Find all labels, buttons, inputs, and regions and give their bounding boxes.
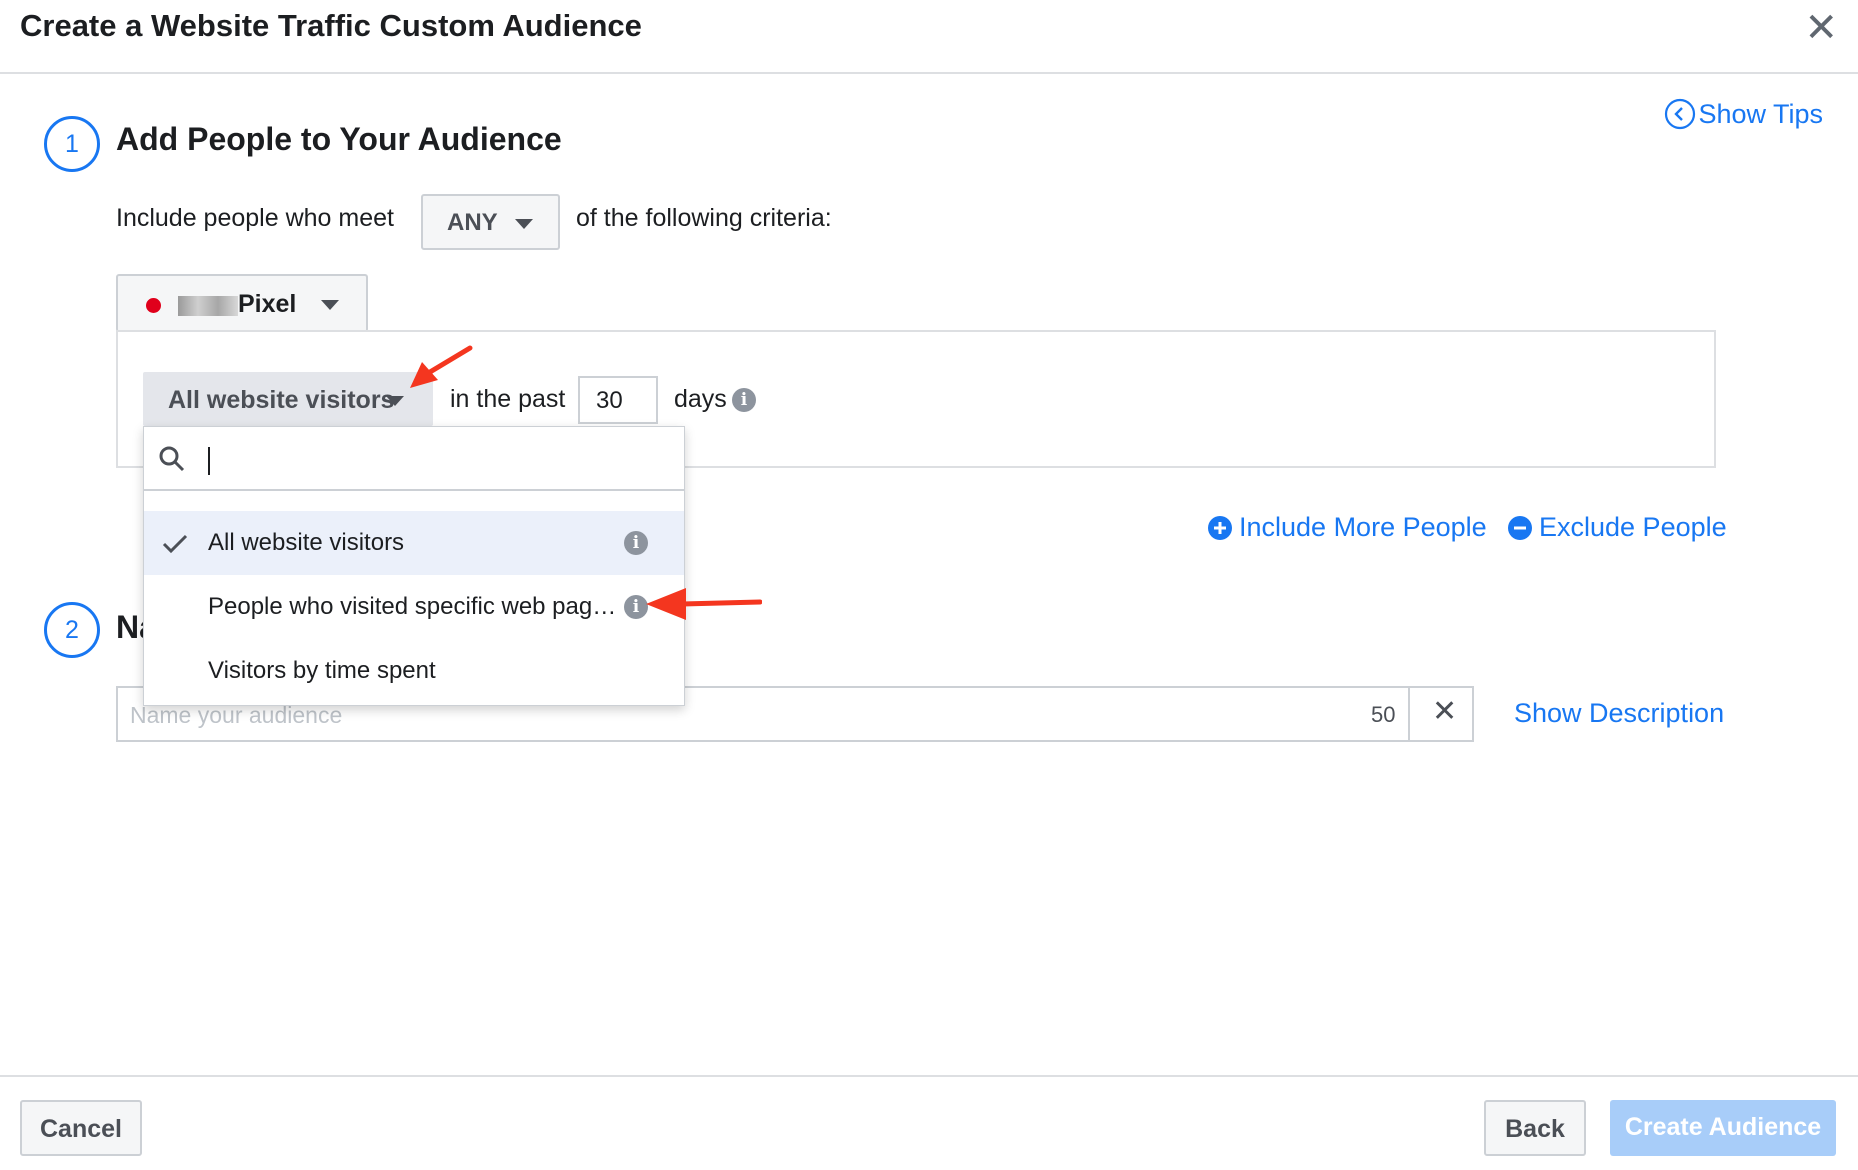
pixel-status-dot xyxy=(146,298,161,313)
field-divider xyxy=(1408,688,1410,740)
include-more-people-button[interactable]: Include More People xyxy=(1207,512,1487,543)
chevron-down-icon xyxy=(515,219,533,229)
include-more-people-label: Include More People xyxy=(1239,512,1487,542)
days-input[interactable]: 30 xyxy=(578,376,658,424)
menu-item-visitors-by-time-spent[interactable]: Visitors by time spent xyxy=(144,639,684,703)
step-1-title: Add People to Your Audience xyxy=(116,121,562,157)
clear-icon[interactable]: ✕ xyxy=(1432,694,1457,729)
annotation-arrow-icon xyxy=(410,345,473,388)
menu-item-label: Visitors by time spent xyxy=(208,657,436,684)
audience-name-placeholder: Name your audience xyxy=(130,702,343,728)
pixel-select[interactable]: Pixel xyxy=(116,274,368,332)
menu-item-label: All website visitors xyxy=(208,529,405,556)
show-tips-label: Show Tips xyxy=(1698,98,1823,129)
menu-item-specific-web-pages[interactable]: People who visited specific web pag… i xyxy=(144,575,684,639)
match-any-select[interactable]: ANY xyxy=(421,194,560,250)
char-count: 50 xyxy=(1371,702,1396,727)
minus-circle-icon xyxy=(1508,515,1532,540)
search-icon xyxy=(159,446,185,472)
match-select-value: ANY xyxy=(447,209,498,236)
pixel-label: Pixel xyxy=(238,290,297,318)
info-icon[interactable]: i xyxy=(732,388,756,412)
chevron-down-icon xyxy=(321,300,339,310)
dialog-title: Create a Website Traffic Custom Audience xyxy=(20,8,642,43)
cancel-button[interactable]: Cancel xyxy=(20,1100,142,1156)
menu-item-all-website-visitors[interactable]: All website visitors i xyxy=(144,511,684,575)
show-tips-link[interactable]: Show Tips xyxy=(1664,98,1823,130)
checkmark-icon xyxy=(162,534,188,554)
exclude-people-label: Exclude People xyxy=(1539,512,1727,542)
include-prefix-text: Include people who meet xyxy=(116,204,394,232)
create-audience-button[interactable]: Create Audience xyxy=(1610,1100,1836,1156)
header-divider xyxy=(0,72,1858,74)
info-icon[interactable]: i xyxy=(624,531,648,555)
menu-item-label: People who visited specific web pag… xyxy=(208,593,617,620)
step-1-indicator: 1 xyxy=(44,116,100,172)
annotation-arrow-icon xyxy=(646,588,762,620)
step-2-indicator: 2 xyxy=(44,602,100,658)
close-icon[interactable]: ✕ xyxy=(1804,6,1838,50)
chevron-left-circle-icon xyxy=(1665,98,1696,130)
show-description-link[interactable]: Show Description xyxy=(1514,698,1724,729)
visitor-type-select[interactable]: All website visitors xyxy=(143,372,433,426)
back-button[interactable]: Back xyxy=(1484,1100,1586,1156)
exclude-people-button[interactable]: Exclude People xyxy=(1507,512,1727,543)
days-label: days xyxy=(674,385,727,413)
chevron-down-icon xyxy=(386,396,404,406)
footer-divider xyxy=(0,1075,1858,1077)
visitor-type-menu: All website visitors i People who visite… xyxy=(143,426,685,706)
visitor-type-value: All website visitors xyxy=(168,386,395,414)
text-cursor xyxy=(208,447,210,475)
menu-search-field[interactable] xyxy=(144,427,684,491)
include-suffix-text: of the following criteria: xyxy=(576,204,832,232)
plus-circle-icon xyxy=(1208,515,1232,540)
redacted-pixel-name xyxy=(178,296,238,316)
